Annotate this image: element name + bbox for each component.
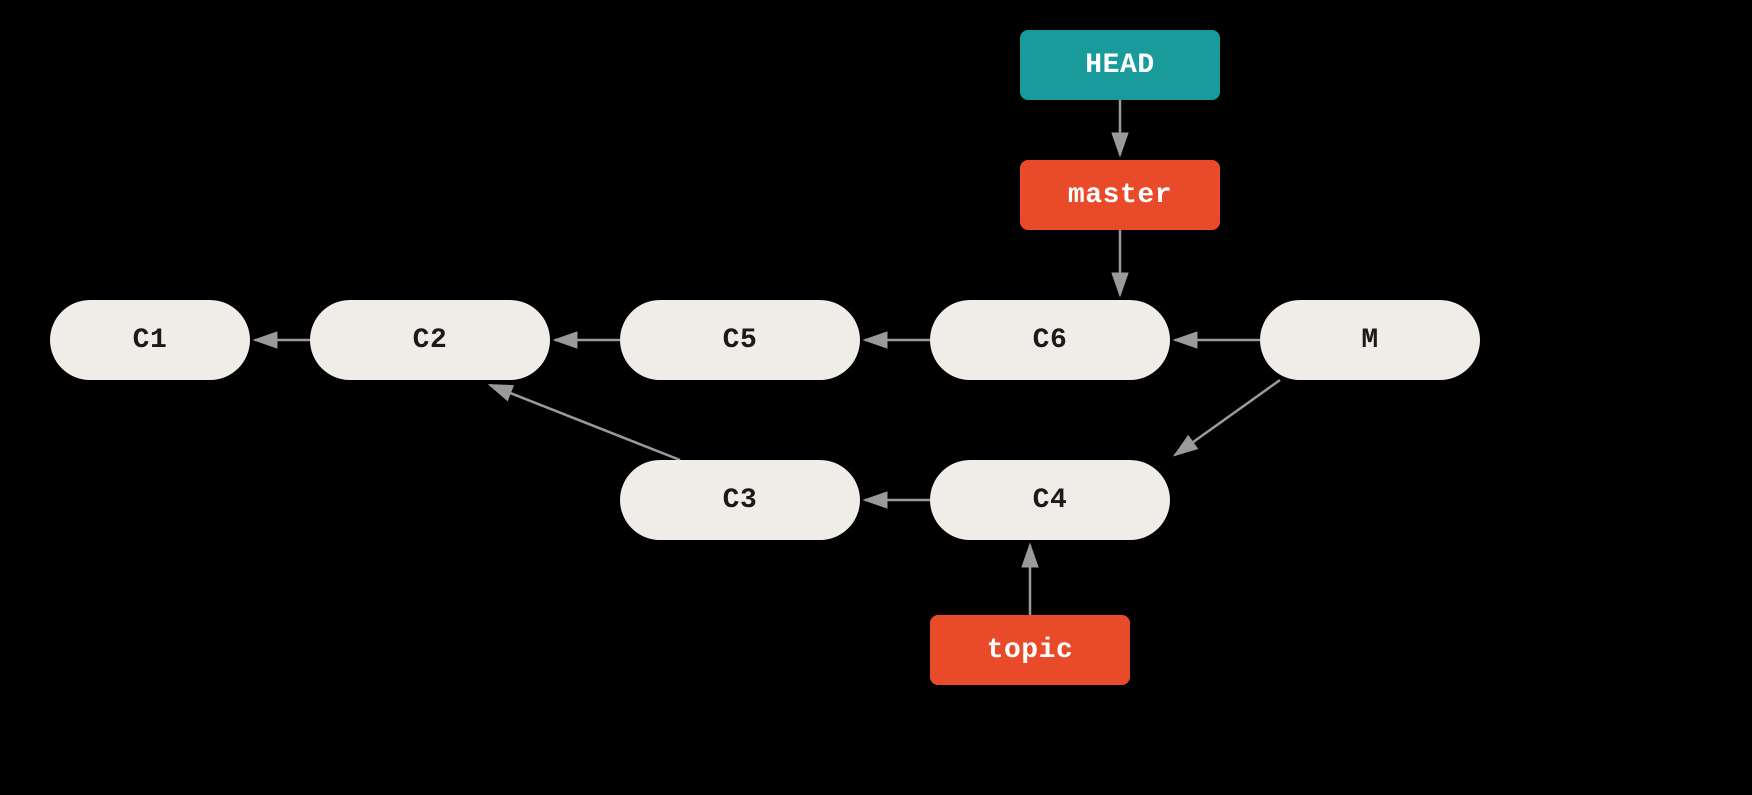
topic-node: topic bbox=[930, 615, 1130, 685]
c1-node: C1 bbox=[50, 300, 250, 380]
head-node: HEAD bbox=[1020, 30, 1220, 100]
c6-node: C6 bbox=[930, 300, 1170, 380]
c3-label: C3 bbox=[723, 485, 758, 516]
c6-label: C6 bbox=[1033, 325, 1068, 356]
c5-node: C5 bbox=[620, 300, 860, 380]
c2-label: C2 bbox=[413, 325, 448, 356]
c2-node: C2 bbox=[310, 300, 550, 380]
head-label: HEAD bbox=[1085, 50, 1154, 81]
m-label: M bbox=[1361, 325, 1378, 356]
topic-label: topic bbox=[987, 635, 1074, 666]
master-node: master bbox=[1020, 160, 1220, 230]
m-node: M bbox=[1260, 300, 1480, 380]
master-label: master bbox=[1068, 180, 1172, 211]
c5-label: C5 bbox=[723, 325, 758, 356]
c4-label: C4 bbox=[1033, 485, 1068, 516]
c1-label: C1 bbox=[133, 325, 168, 356]
git-diagram: HEAD master C6 C5 C2 C1 M C4 C3 topic bbox=[0, 0, 1752, 795]
c3-node: C3 bbox=[620, 460, 860, 540]
c4-node: C4 bbox=[930, 460, 1170, 540]
